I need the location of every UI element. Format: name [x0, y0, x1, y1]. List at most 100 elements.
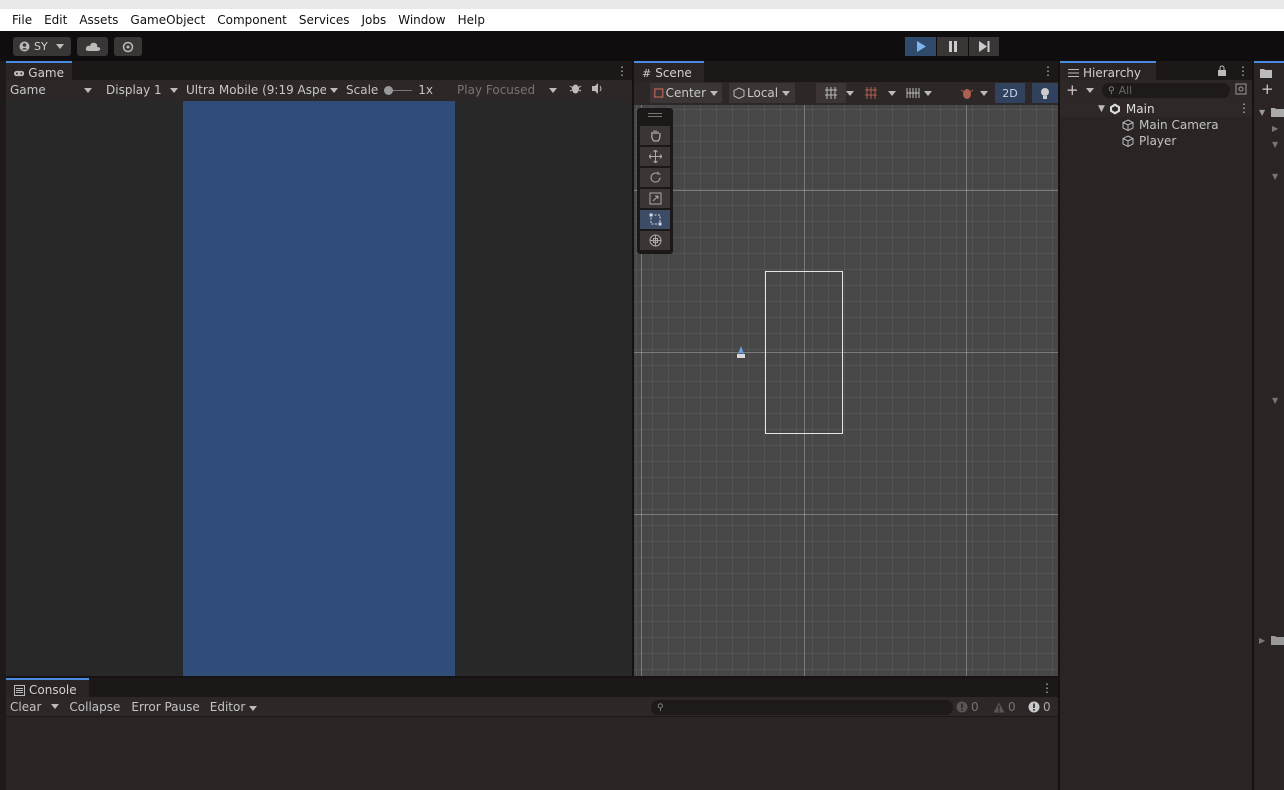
pivot-dropdown[interactable]: Center [650, 83, 722, 103]
chevron-down-icon[interactable] [888, 91, 896, 96]
cube-icon [733, 87, 745, 99]
chevron-down-icon[interactable] [846, 91, 854, 96]
hierarchy-item[interactable]: Main Camera [1060, 117, 1252, 133]
chevron-down-icon[interactable]: ▼ [1098, 104, 1105, 114]
display-dropdown[interactable]: Display 1 [102, 80, 182, 100]
transform-tool-button[interactable] [640, 231, 670, 250]
aspect-dropdown[interactable]: Ultra Mobile (9:19 Aspect) [182, 80, 342, 100]
scale-slider[interactable] [384, 85, 413, 95]
console-search-input[interactable]: ⚲ [651, 700, 953, 715]
chevron-down-icon[interactable]: ▼ [1272, 396, 1278, 405]
chevron-down-icon[interactable]: ▼ [1272, 172, 1278, 181]
menu-help[interactable]: Help [458, 13, 485, 27]
menu-services[interactable]: Services [299, 13, 350, 27]
menu-jobs[interactable]: Jobs [362, 13, 387, 27]
scale-slider-thumb[interactable] [384, 85, 394, 95]
chevron-down-icon[interactable]: ▼ [1259, 108, 1265, 117]
scale-tool-button[interactable] [640, 189, 670, 208]
scene-tab-bar: # Scene ⋮ [634, 61, 1058, 83]
chevron-down-icon[interactable] [980, 91, 988, 96]
scale-label: Scale [346, 83, 379, 97]
rotate-icon [650, 171, 661, 183]
increment-snap-button[interactable] [856, 83, 886, 103]
panel-splitter[interactable] [1252, 61, 1254, 790]
kebab-menu-icon[interactable]: ⋮ [1238, 101, 1250, 115]
console-icon [14, 684, 25, 696]
chevron-down-icon [549, 87, 558, 93]
search-options-icon[interactable] [1235, 83, 1247, 98]
account-button[interactable]: SY [13, 37, 71, 56]
chevron-down-icon [710, 90, 718, 96]
play-mode-dropdown-label: Play Focused [457, 83, 536, 97]
move-tool-button[interactable] [640, 147, 670, 166]
panel-splitter[interactable] [6, 676, 1058, 678]
error-count-toggle[interactable]: 0 [1028, 697, 1060, 717]
play-icon [916, 41, 926, 52]
gameobject-cube-icon [1122, 119, 1134, 131]
menu-window[interactable]: Window [398, 13, 445, 27]
chevron-right-icon[interactable]: ▶ [1259, 636, 1265, 645]
main-toolbar [0, 31, 1284, 61]
kebab-menu-icon[interactable]: ⋮ [616, 64, 628, 78]
step-button[interactable] [969, 37, 999, 56]
hierarchy-search-input[interactable]: ⚲ All [1102, 83, 1230, 98]
chevron-down-icon[interactable] [924, 91, 932, 96]
player-sprite-icon[interactable] [733, 344, 749, 363]
add-icon[interactable]: + [1066, 81, 1079, 99]
hand-tool-button[interactable] [640, 126, 670, 145]
kebab-menu-icon[interactable]: ⋮ [1237, 64, 1249, 78]
tab-scene[interactable]: # Scene [634, 61, 704, 83]
chevron-right-icon[interactable]: ▶ [1272, 124, 1278, 133]
folder-icon [1271, 636, 1284, 645]
play-mode-dropdown[interactable]: Play Focused [453, 80, 561, 100]
search-icon: ⚲ [1108, 85, 1115, 96]
chevron-down-icon[interactable] [1086, 88, 1094, 93]
mode-2d-label: 2D [1002, 86, 1018, 100]
gizmos-button[interactable] [952, 83, 982, 103]
clear-options-chevron-icon[interactable] [51, 704, 60, 709]
camera-frustum-outline[interactable] [765, 271, 843, 434]
add-icon[interactable]: + [1261, 80, 1274, 98]
pause-button[interactable] [937, 37, 968, 56]
display-dropdown-label: Display 1 [106, 83, 162, 97]
error-pause-button[interactable]: Error Pause [131, 700, 199, 714]
menu-component[interactable]: Component [217, 13, 287, 27]
lighting-toggle[interactable] [1032, 83, 1058, 103]
kebab-menu-icon[interactable]: ⋮ [1042, 64, 1054, 78]
gizmo-bug-icon [960, 89, 974, 99]
clear-button[interactable]: Clear [10, 700, 41, 714]
rotate-tool-button[interactable] [640, 168, 670, 187]
menu-file[interactable]: File [12, 13, 32, 27]
game-view-dropdown-label: Game [10, 83, 46, 97]
speaker-icon[interactable] [592, 83, 604, 97]
panel-splitter[interactable] [1058, 61, 1060, 790]
mode-2d-toggle[interactable]: 2D [995, 83, 1025, 103]
kebab-menu-icon[interactable]: ⋮ [1041, 681, 1053, 695]
tab-game-label: Game [28, 66, 64, 80]
bug-icon[interactable] [569, 82, 582, 98]
collapse-button[interactable]: Collapse [69, 700, 120, 714]
panel-splitter[interactable] [632, 61, 634, 676]
menu-assets[interactable]: Assets [79, 13, 118, 27]
space-dropdown[interactable]: Local [729, 83, 795, 103]
scene-toolbar: Center Local 2D [634, 82, 1058, 105]
hierarchy-item[interactable]: Player [1060, 133, 1252, 149]
game-view-dropdown[interactable]: Game [6, 80, 96, 100]
collab-button[interactable] [114, 37, 142, 56]
gear-icon [122, 41, 134, 52]
cloud-button[interactable] [77, 37, 108, 56]
chevron-down-icon [170, 87, 178, 93]
warning-count-toggle[interactable]: 0 [993, 697, 1025, 717]
drag-handle[interactable] [648, 113, 662, 114]
info-count-toggle[interactable]: 0 [956, 697, 988, 717]
menu-gameobject[interactable]: GameObject [130, 13, 205, 27]
menu-edit[interactable]: Edit [44, 13, 67, 27]
lock-icon[interactable] [1217, 65, 1227, 79]
editor-dropdown[interactable]: Editor [210, 700, 258, 714]
hierarchy-scene-row[interactable]: ▼ Main ⋮ [1060, 100, 1252, 117]
console-log-area[interactable] [6, 718, 1058, 790]
grid-snap-button[interactable] [816, 83, 846, 103]
chevron-down-icon[interactable]: ▼ [1272, 140, 1278, 149]
play-button[interactable] [905, 37, 936, 56]
rect-tool-button[interactable] [640, 210, 670, 229]
